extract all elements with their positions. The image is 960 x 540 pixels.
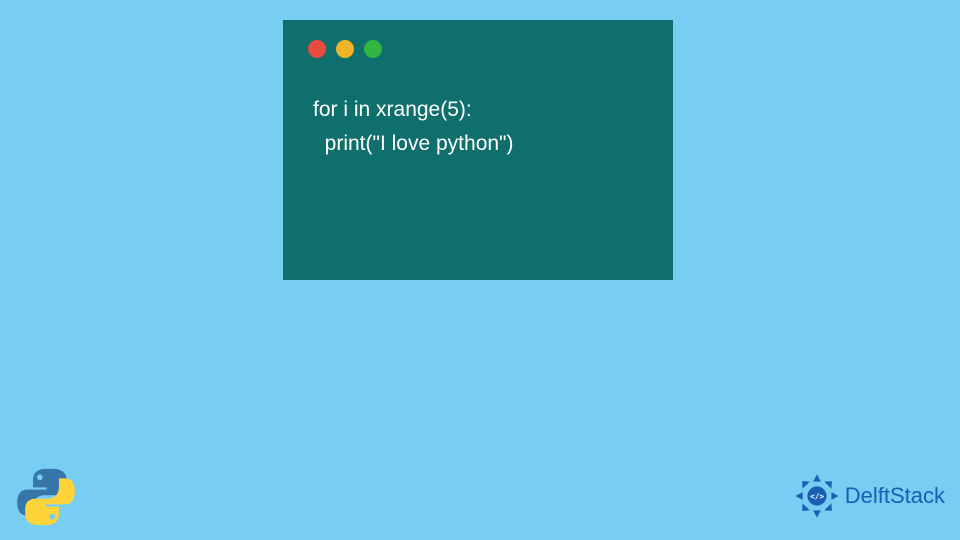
- code-line-1: for i in xrange(5):: [313, 93, 653, 127]
- close-dot-icon: [308, 40, 326, 58]
- minimize-dot-icon: [336, 40, 354, 58]
- delftstack-logo: </> DelftStack: [793, 472, 945, 520]
- maximize-dot-icon: [364, 40, 382, 58]
- svg-text:</>: </>: [810, 492, 824, 501]
- brand-label: DelftStack: [845, 483, 945, 509]
- code-line-2: print("I love python"): [313, 127, 653, 161]
- window-controls: [308, 40, 653, 58]
- delftstack-emblem-icon: </>: [793, 472, 841, 520]
- code-window: for i in xrange(5): print("I love python…: [283, 20, 673, 280]
- python-logo-icon: [15, 466, 77, 528]
- code-content: for i in xrange(5): print("I love python…: [303, 93, 653, 160]
